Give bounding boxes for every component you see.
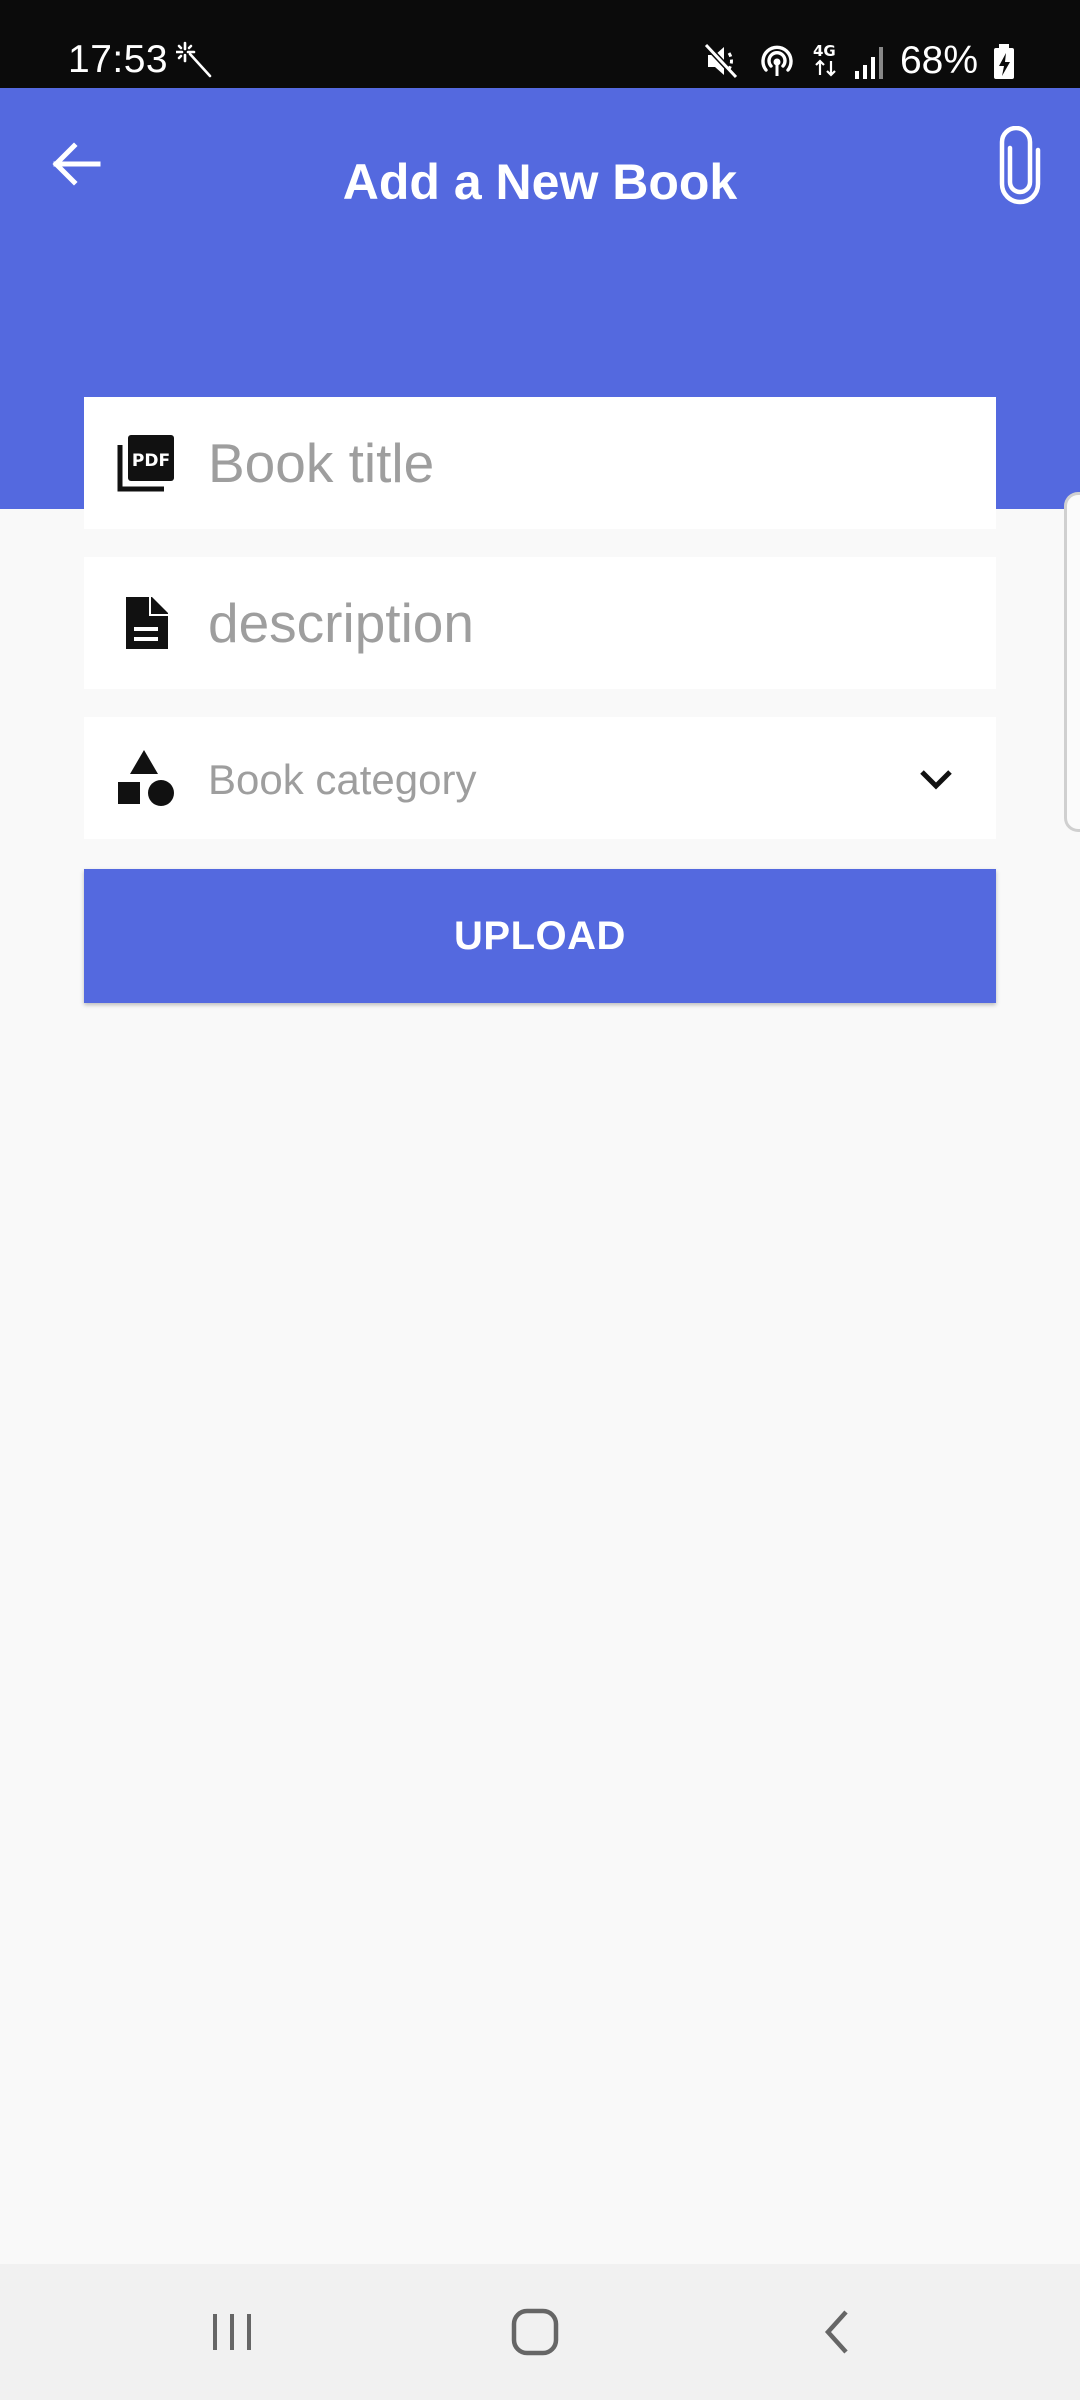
battery-charging-icon (994, 44, 1014, 79)
status-time: 17:53 (68, 38, 169, 81)
book-category-dropdown[interactable]: Book category (84, 717, 996, 839)
edge-panel-handle[interactable] (1064, 492, 1080, 832)
book-title-field[interactable]: PDF Book title (84, 397, 996, 529)
shapes-icon (118, 750, 174, 806)
status-bar: 17:53 4G 68% (0, 0, 1080, 88)
upload-button[interactable]: UPLOAD (84, 869, 996, 1003)
signal-icon (854, 47, 883, 79)
description-placeholder: description (208, 592, 474, 654)
book-category-placeholder: Book category (208, 756, 477, 803)
recents-icon[interactable] (203, 2302, 263, 2362)
hotspot-icon (761, 45, 793, 76)
page-title: Add a New Book (342, 154, 738, 210)
navigation-bar (0, 2264, 1080, 2400)
back-icon[interactable] (808, 2302, 868, 2362)
svg-text:PDF: PDF (132, 451, 170, 471)
pdf-icon: PDF (117, 435, 174, 492)
upload-button-label: UPLOAD (454, 914, 626, 958)
book-title-placeholder: Book title (208, 432, 435, 494)
battery-percentage: 68% (899, 39, 978, 82)
magic-wand-icon (176, 41, 212, 78)
4g-icon: 4G (813, 42, 836, 77)
mute-icon (703, 42, 739, 80)
paperclip-icon[interactable] (988, 126, 1052, 206)
document-icon (126, 597, 168, 649)
svg-text:4G: 4G (813, 42, 836, 60)
chevron-down-icon[interactable] (916, 759, 956, 799)
home-icon[interactable] (505, 2302, 565, 2362)
status-icons: 4G 68% (702, 36, 1016, 86)
description-field[interactable]: description (84, 557, 996, 689)
